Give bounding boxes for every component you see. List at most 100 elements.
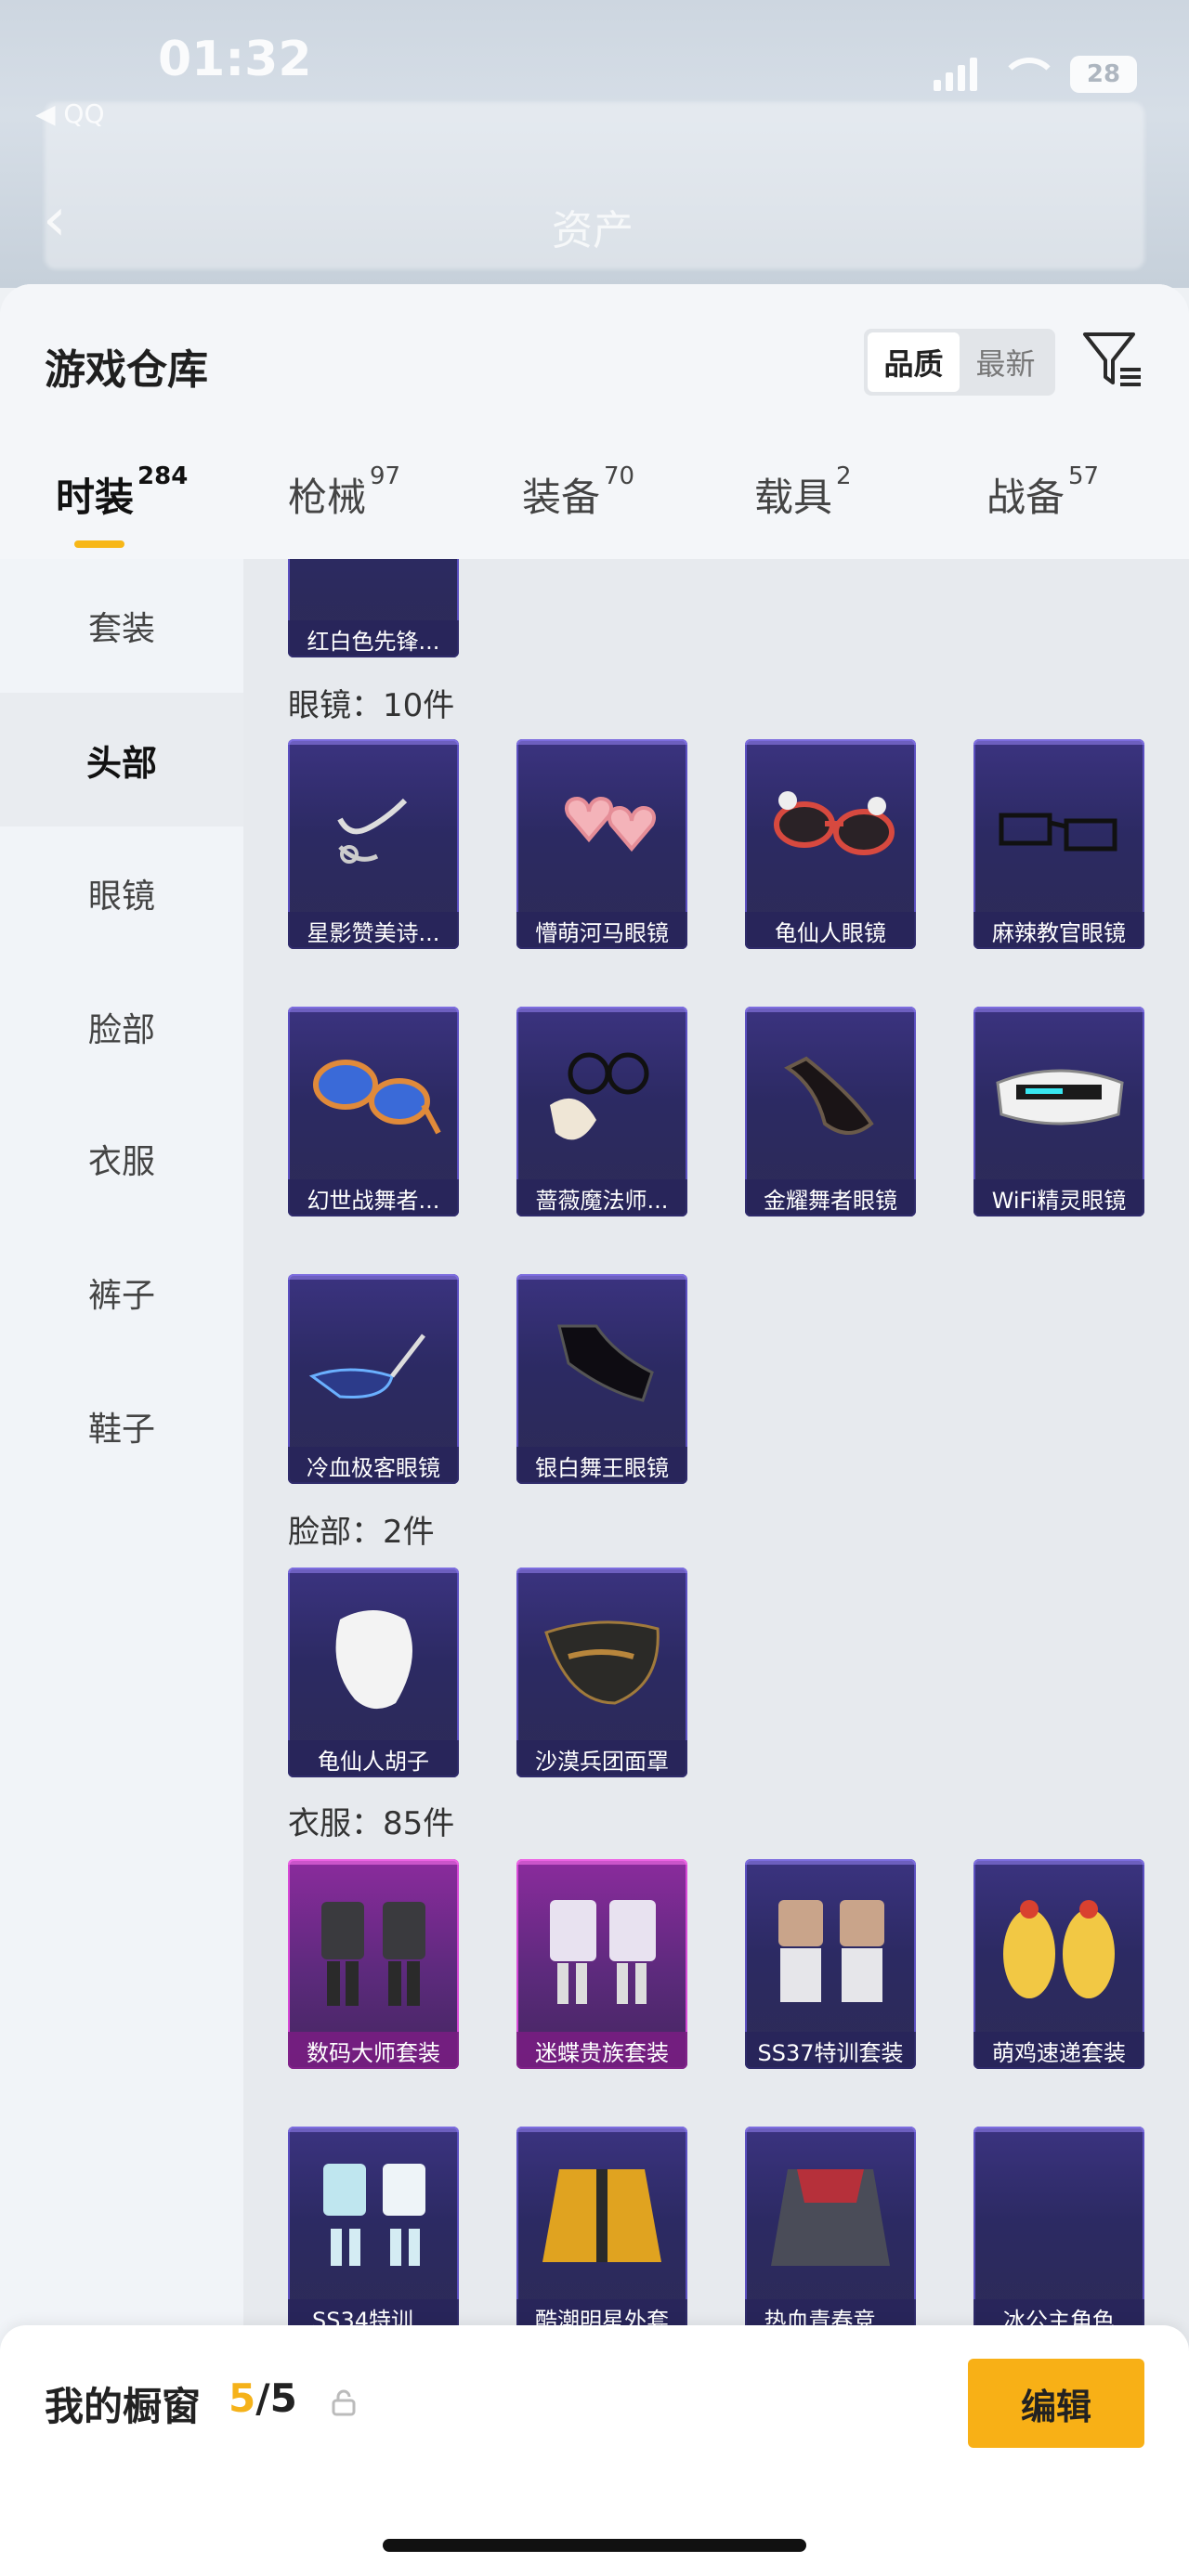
sunglasses-icon: [784, 1056, 874, 1135]
tab-count: 57: [1068, 462, 1100, 490]
item-name: 数码大师套装: [288, 2032, 459, 2069]
item-name: 金耀舞者眼镜: [745, 1179, 916, 1216]
item-name: 星影赞美诗...: [288, 912, 459, 949]
item-card[interactable]: SS34特训...: [288, 2127, 459, 2336]
item-card[interactable]: 数码大师套装: [288, 1859, 459, 2069]
status-back-app[interactable]: ◀ QQ: [35, 98, 105, 129]
side-item-glasses[interactable]: 眼镜: [0, 826, 243, 960]
sunglasses-icon: [774, 791, 895, 855]
chevron-left-icon[interactable]: ‹: [43, 186, 67, 254]
item-card[interactable]: 红白色先锋...: [288, 559, 459, 657]
tab-guns[interactable]: 枪械 97: [288, 462, 400, 559]
tab-label: 枪械: [288, 475, 367, 520]
status-time: 01:32: [158, 32, 312, 87]
outfit-icon: [550, 1900, 656, 2004]
item-name: 幻世战舞者...: [288, 1179, 459, 1216]
item-card[interactable]: 热血青春竞...: [745, 2127, 916, 2336]
signal-icon: [934, 58, 977, 91]
warehouse-sheet: 游戏仓库 品质 最新 时装 284 枪械 97 装备 70 载具 2 战备 57…: [0, 284, 1189, 2576]
item-card[interactable]: 冷血极客眼镜: [288, 1274, 459, 1484]
side-item-face[interactable]: 脸部: [0, 960, 243, 1094]
goggles-icon: [308, 1334, 425, 1399]
wifi-icon: [1000, 58, 1059, 91]
outfit-icon: [778, 1900, 884, 2002]
item-card[interactable]: 懵萌河马眼镜: [516, 739, 687, 949]
item-card[interactable]: 酷潮明星外套: [516, 2127, 687, 2336]
tab-count: 70: [604, 462, 635, 490]
item-card[interactable]: 龟仙人眼镜: [745, 739, 916, 949]
item-name: SS37特训套装: [745, 2032, 916, 2069]
tab-label: 装备: [522, 475, 601, 520]
sort-option-newest[interactable]: 最新: [960, 332, 1052, 392]
tab-count: 2: [836, 462, 852, 490]
item-card[interactable]: 龟仙人胡子: [288, 1568, 459, 1777]
sort-toggle: 品质 最新: [864, 329, 1055, 396]
item-name: 银白舞王眼镜: [516, 1447, 687, 1484]
tab-count: 284: [137, 462, 189, 490]
face-mask-icon: [544, 1620, 660, 1705]
tab-supplies[interactable]: 战备 57: [986, 462, 1099, 559]
item-name: 龟仙人胡子: [288, 1740, 459, 1777]
item-name: 龟仙人眼镜: [745, 912, 916, 949]
side-item-clothes[interactable]: 衣服: [0, 1092, 243, 1226]
top-backdrop: 01:32 ◀ QQ 28 ‹ 资产: [0, 0, 1189, 288]
beard-icon: [335, 1610, 412, 1710]
item-card[interactable]: 冰公主角色: [973, 2127, 1144, 2336]
item-name: WiFi精灵眼镜: [973, 1179, 1144, 1216]
item-name: 懵萌河马眼镜: [516, 912, 687, 949]
showcase-total: /5: [255, 2375, 297, 2421]
sunglasses-icon: [557, 1324, 654, 1402]
item-card[interactable]: 沙漠兵团面罩: [516, 1568, 687, 1777]
tab-vehicles[interactable]: 载具 2: [754, 462, 852, 559]
sort-option-quality[interactable]: 品质: [868, 332, 960, 392]
item-name: 萌鸡速递套装: [973, 2032, 1144, 2069]
status-icons: 28: [934, 56, 1137, 93]
section-title-face: 脸部：2件: [288, 1514, 435, 1551]
item-card[interactable]: 萌鸡速递套装: [973, 1859, 1144, 2069]
page-title: 游戏仓库: [45, 346, 208, 394]
sunglasses-icon: [313, 1060, 441, 1135]
visor-glasses-icon: [996, 1069, 1124, 1125]
showcase-count: 5/5: [229, 2375, 297, 2421]
item-grid: 红白色先锋... 眼镜：10件 星影赞美诗... 懵萌河马眼镜 龟仙人眼镜 麻辣…: [243, 559, 1189, 2576]
item-card[interactable]: 迷蝶贵族套装: [516, 1859, 687, 2069]
tab-count: 97: [370, 462, 401, 490]
item-card[interactable]: 银白舞王眼镜: [516, 1274, 687, 1484]
showcase-current: 5: [229, 2375, 256, 2421]
chicken-costume-icon: [1003, 1900, 1115, 1998]
edit-button[interactable]: 编辑: [968, 2359, 1144, 2448]
side-item-shoes[interactable]: 鞋子: [0, 1360, 243, 1493]
item-name: 沙漠兵团面罩: [516, 1740, 687, 1777]
item-name: 红白色先锋...: [288, 620, 459, 657]
item-card[interactable]: 金耀舞者眼镜: [745, 1007, 916, 1216]
tab-label: 时装: [56, 475, 135, 520]
filter-icon[interactable]: [1081, 329, 1144, 390]
outfit-icon: [321, 1902, 425, 2006]
item-name: 麻辣教官眼镜: [973, 912, 1144, 949]
home-indicator[interactable]: [383, 2539, 806, 2552]
side-item-suits[interactable]: 套装: [0, 559, 243, 693]
section-title-clothes: 衣服：85件: [288, 1805, 455, 1842]
eyewear-icon: [337, 798, 408, 864]
active-tab-underline: [74, 540, 124, 548]
item-card[interactable]: 幻世战舞者...: [288, 1007, 459, 1216]
tab-equipment[interactable]: 装备 70: [522, 462, 634, 559]
jacket-icon: [771, 2169, 890, 2266]
item-card[interactable]: 星影赞美诗...: [288, 739, 459, 949]
item-card[interactable]: 麻辣教官眼镜: [973, 739, 1144, 949]
mask-glasses-icon: [550, 1052, 649, 1140]
sheet-header: 游戏仓库 品质 最新 时装 284 枪械 97 装备 70 载具 2 战备 57: [0, 284, 1189, 559]
nav-title: 资产: [552, 207, 634, 254]
outfit-icon: [323, 2164, 425, 2266]
heart-glasses-icon: [565, 797, 656, 852]
jacket-icon: [542, 2169, 661, 2262]
side-menu: 套装 头部 眼镜 脸部 衣服 裤子 鞋子: [0, 559, 243, 2576]
side-item-pants[interactable]: 裤子: [0, 1226, 243, 1360]
item-card[interactable]: 蔷薇魔法师...: [516, 1007, 687, 1216]
item-card[interactable]: SS37特训套装: [745, 1859, 916, 2069]
glasses-icon: [999, 813, 1117, 852]
tab-fashion[interactable]: 时装 284: [56, 462, 188, 559]
item-card[interactable]: WiFi精灵眼镜: [973, 1007, 1144, 1216]
section-title-glasses: 眼镜：10件: [288, 687, 455, 724]
side-item-head[interactable]: 头部: [0, 693, 243, 826]
